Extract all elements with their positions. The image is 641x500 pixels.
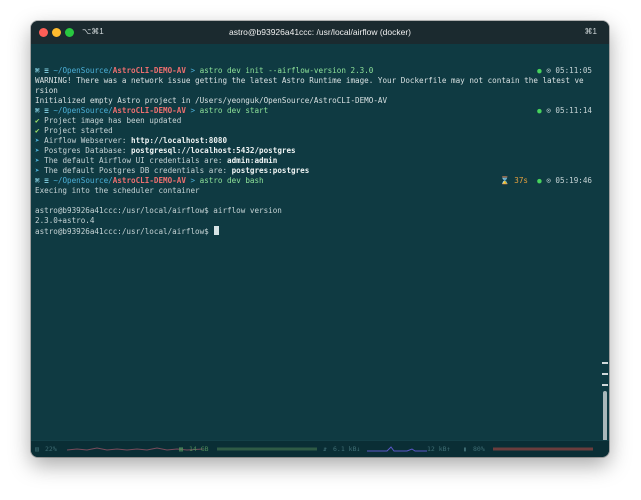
scroll-marker <box>602 373 608 375</box>
battery-graph <box>493 447 593 451</box>
terminal-text: ✔ <box>35 116 45 125</box>
terminal-window: ⌥⌘1 astro@b93926a41ccc: /usr/local/airfl… <box>31 21 609 457</box>
terminal-line: ➤ Postgres Database: postgresql://localh… <box>35 146 596 156</box>
terminal-text: Project started <box>44 126 113 135</box>
terminal-text: postgres:postgres <box>231 166 310 175</box>
terminal-line: ➤ Airflow Webserver: http://localhost:80… <box>35 136 596 146</box>
memory-graph <box>217 447 317 451</box>
battery-icon: ▮ <box>463 445 467 453</box>
terminal-text: ~/OpenSource/ <box>53 106 113 115</box>
terminal-text: http://localhost:8080 <box>131 136 228 145</box>
terminal-text: Postgres Database: <box>44 146 132 155</box>
terminal-text: ➤ <box>35 146 45 155</box>
cpu-icon: ▥ <box>35 445 39 453</box>
terminal-text: Initialized empty Astro project in /User… <box>35 96 388 105</box>
terminal-text: admin:admin <box>227 156 278 165</box>
terminal-text: > <box>185 176 200 185</box>
status-text: ● <box>537 66 547 75</box>
terminal-text: postgresql://localhost:5432/postgres <box>131 146 296 155</box>
terminal-text: rsion <box>35 86 58 95</box>
cpu-usage: 22% <box>45 445 57 453</box>
terminal-text: ⌘ <box>35 176 45 185</box>
window-shortcut-label: ⌘1 <box>584 27 597 36</box>
status-bar: ▥ 22% ▦ 14 GB ⇵ 6.1 kB↓ 12 kB↑ ▮ 80% <box>31 440 609 457</box>
terminal-line: ⌘ ≡ ~/OpenSource/AstroCLI-DEMO-AV > astr… <box>35 176 596 186</box>
title-bar: ⌥⌘1 astro@b93926a41ccc: /usr/local/airfl… <box>31 21 609 44</box>
terminal-text: Airflow Webserver: <box>44 136 132 145</box>
terminal-text: AstroCLI-DEMO-AV <box>112 106 186 115</box>
scroll-marker <box>602 384 608 386</box>
terminal-line: ➤ The default Airflow UI credentials are… <box>35 156 596 166</box>
prompt-status: ⌛ 37s ● ⊙ 05:19:46 <box>500 176 592 186</box>
terminal-text: AstroCLI-DEMO-AV <box>112 66 186 75</box>
terminal-text: ➤ <box>35 156 45 165</box>
terminal-text: ➤ <box>35 166 45 175</box>
prompt-status: ● ⊙ 05:11:05 <box>537 66 592 76</box>
terminal-text: ⌘ <box>35 106 45 115</box>
terminal-text: AstroCLI-DEMO-AV <box>112 176 186 185</box>
terminal-line: rsion <box>35 86 596 96</box>
terminal-line: ➤ The default Postgres DB credentials ar… <box>35 166 596 176</box>
terminal-text: astro@b93926a41ccc:/usr/local/airflow$ <box>35 227 214 236</box>
status-text: ⊙ 05:19:46 <box>546 176 592 185</box>
window-title: astro@b93926a41ccc: /usr/local/airflow (… <box>228 27 411 37</box>
terminal-line: 2.3.0+astro.4 <box>35 216 596 226</box>
terminal-text: ✔ <box>35 126 45 135</box>
terminal-text: 2.3.0+astro.4 <box>35 216 95 225</box>
terminal-output[interactable]: ⌘ ≡ ~/OpenSource/AstroCLI-DEMO-AV > astr… <box>31 44 600 441</box>
scrollbar[interactable] <box>600 44 609 457</box>
terminal-text: Execing into the scheduler container <box>35 186 200 195</box>
status-text: ● <box>527 176 547 185</box>
terminal-text: > <box>185 66 200 75</box>
terminal-text: ≡ <box>44 106 54 115</box>
terminal-text: ➤ <box>35 136 45 145</box>
terminal-text: astro@b93926a41ccc:/usr/local/airflow$ a… <box>35 206 282 215</box>
terminal-line: WARNING! There was a network issue getti… <box>35 76 596 86</box>
status-text: ⊙ 05:11:05 <box>546 66 592 75</box>
network-upload: 12 kB↑ <box>427 445 451 453</box>
battery-level: 80% <box>473 445 485 453</box>
terminal-text: astro dev init --airflow-version 2.3.0 <box>199 66 374 75</box>
terminal-text: ≡ <box>44 176 54 185</box>
terminal-text: astro dev start <box>199 106 269 115</box>
network-download: 6.1 kB↓ <box>333 445 361 453</box>
scroll-marker <box>602 362 608 364</box>
terminal-line: ✔ Project image has been updated <box>35 116 596 126</box>
terminal-text: ≡ <box>44 66 54 75</box>
network-icon: ⇵ <box>323 445 327 453</box>
terminal-text: ~/OpenSource/ <box>53 176 113 185</box>
terminal-line: astro@b93926a41ccc:/usr/local/airflow$ <box>35 226 596 236</box>
terminal-text: > <box>185 106 200 115</box>
terminal-line: ⌘ ≡ ~/OpenSource/AstroCLI-DEMO-AV > astr… <box>35 106 596 116</box>
terminal-text: The default Postgres DB credentials are: <box>44 166 232 175</box>
prompt-status: ● ⊙ 05:11:14 <box>537 106 592 116</box>
terminal-line: ✔ Project started <box>35 126 596 136</box>
status-text: ⊙ 05:11:14 <box>546 106 592 115</box>
terminal-text: WARNING! There was a network issue getti… <box>35 76 584 85</box>
terminal-line: astro@b93926a41ccc:/usr/local/airflow$ a… <box>35 206 596 216</box>
status-text: ● <box>537 106 547 115</box>
terminal-cursor[interactable] <box>214 226 220 235</box>
terminal-text: Project image has been updated <box>44 116 182 125</box>
terminal-line: ⌘ ≡ ~/OpenSource/AstroCLI-DEMO-AV > astr… <box>35 66 596 76</box>
status-text: ⌛ <box>500 176 515 185</box>
terminal-line: Execing into the scheduler container <box>35 186 596 196</box>
terminal-text: ⌘ <box>35 66 45 75</box>
network-graph <box>367 446 427 452</box>
terminal-text: The default Airflow UI credentials are: <box>44 156 228 165</box>
memory-usage: 14 GB <box>189 445 209 453</box>
terminal-text: ~/OpenSource/ <box>53 66 113 75</box>
terminal-text: astro dev bash <box>199 176 264 185</box>
terminal-line: Initialized empty Astro project in /User… <box>35 96 596 106</box>
status-text: 37s <box>514 176 528 185</box>
memory-icon: ▦ <box>179 445 183 453</box>
